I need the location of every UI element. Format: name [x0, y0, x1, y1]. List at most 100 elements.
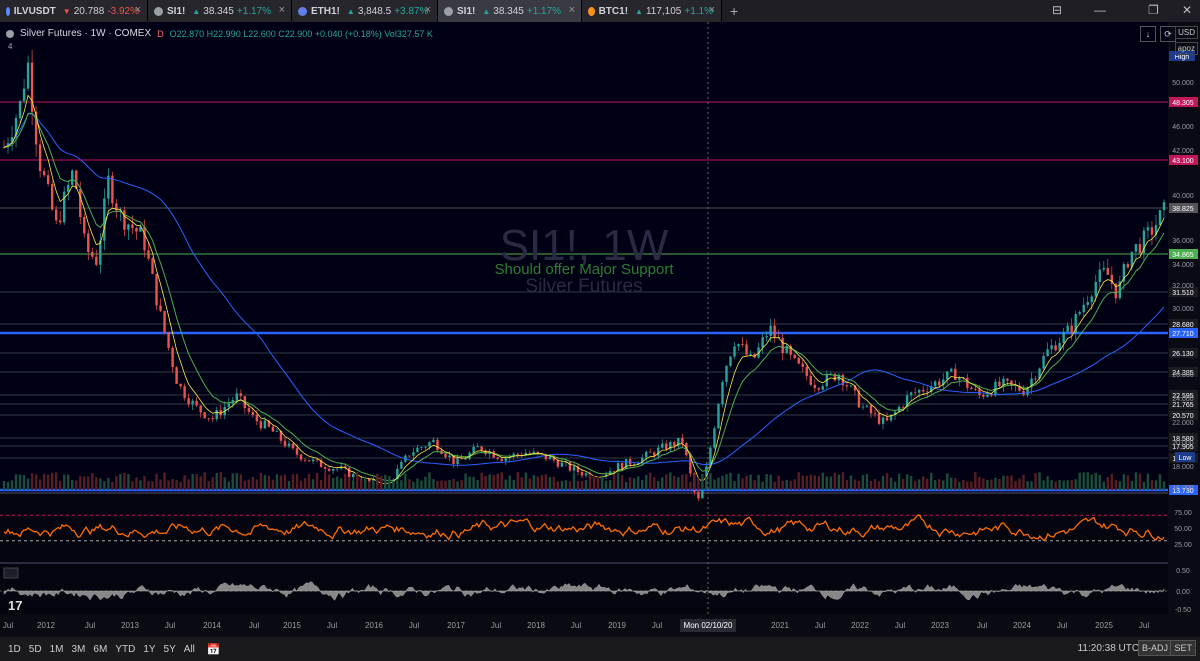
scale-mode[interactable]: apoz	[1174, 42, 1198, 55]
badj-button[interactable]: B-ADJ	[1137, 640, 1172, 656]
volume-bar	[18, 474, 22, 490]
chart-svg[interactable]: 48.305 43.100 38.825 34.865 31.510 28.680 27.7…	[0, 22, 1200, 637]
volume-bar	[75, 480, 78, 490]
new-tab-icon[interactable]: +	[730, 3, 738, 19]
range-5y[interactable]: 5Y	[164, 644, 176, 655]
volume-bar	[452, 478, 455, 490]
range-5d[interactable]: 5D	[29, 644, 42, 655]
volume-bar	[994, 477, 997, 490]
time-tick: 2019	[608, 621, 626, 630]
volume-bar	[705, 476, 708, 490]
range-1d[interactable]: 1D	[8, 644, 21, 655]
volume-bar	[600, 476, 604, 490]
range-all[interactable]: All	[184, 644, 195, 655]
tab-si1[interactable]: SI1! ▲ 38.345 +1.17% ×	[148, 0, 292, 22]
time-tick: Jul	[571, 621, 581, 630]
range-1m[interactable]: 1M	[50, 644, 64, 655]
candle	[717, 404, 720, 429]
osc-collapse-button[interactable]	[3, 567, 19, 579]
volume-bar	[713, 479, 716, 490]
candle	[813, 384, 816, 389]
set-button[interactable]: SET	[1170, 640, 1196, 656]
range-1y[interactable]: 1Y	[143, 644, 155, 655]
volume-bar	[982, 478, 985, 490]
tab-change: +3.87%	[394, 5, 429, 17]
close-window-icon[interactable]: ✕	[1182, 3, 1192, 17]
candle	[669, 442, 672, 450]
calendar-icon[interactable]: 📅	[207, 643, 221, 656]
candle	[749, 353, 752, 355]
level-label: 34.865	[1172, 252, 1194, 259]
volume-bar	[954, 478, 957, 490]
range-3m[interactable]: 3M	[72, 644, 86, 655]
volume-bar	[773, 481, 776, 490]
volume-bar	[291, 474, 295, 490]
volume-bar	[749, 474, 752, 490]
time-tick: 2023	[931, 621, 949, 630]
candle	[263, 420, 267, 429]
volume-bar	[71, 479, 74, 490]
download-icon[interactable]: ↓	[1140, 26, 1156, 42]
layout-icon[interactable]: ⊟	[1052, 3, 1062, 17]
close-icon[interactable]: ×	[425, 4, 431, 16]
volume-bar	[524, 472, 527, 490]
symbol-title[interactable]: Silver Futures · 1W · COMEX	[20, 28, 151, 39]
volume-bar	[1002, 475, 1005, 490]
volume-bar	[428, 472, 431, 490]
volume-bar	[1122, 474, 1126, 490]
tab-si1[interactable]: SI1! ▲ 38.345 +1.17% ×	[438, 0, 582, 22]
candle	[1062, 331, 1065, 343]
volume-bar	[1094, 472, 1097, 490]
volume-bar	[1026, 481, 1029, 490]
close-icon[interactable]: ×	[135, 4, 141, 16]
tab-eth1[interactable]: ETH1! ▲ 3,848.5 +3.87% ×	[292, 0, 438, 22]
volume-bar	[444, 480, 447, 490]
candle	[990, 394, 993, 396]
volume-bar	[408, 479, 411, 490]
volume-bar	[460, 480, 463, 490]
osc-tick: 0.50	[1176, 568, 1190, 575]
price-tick: 32.000	[1172, 283, 1194, 290]
candle	[974, 389, 977, 390]
volume-bar	[424, 476, 427, 490]
candle	[179, 383, 182, 387]
tab-bar: ILVUSDT ▼ 20.788 -3.92% × SI1! ▲ 38.345 +1.17% × E…	[0, 0, 1200, 22]
volume-bar	[669, 472, 672, 490]
range-6m[interactable]: 6M	[93, 644, 107, 655]
volume-bar	[628, 477, 632, 490]
candle	[480, 446, 483, 451]
tab-ilvusdt[interactable]: ILVUSDT ▼ 20.788 -3.92% ×	[0, 0, 148, 22]
volume-bar	[392, 481, 395, 490]
time-tick: 2022	[851, 621, 869, 630]
minimize-icon[interactable]: —	[1094, 3, 1106, 17]
candle	[472, 446, 475, 453]
candle	[556, 460, 560, 467]
candle	[456, 458, 459, 465]
restore-icon[interactable]: ❐	[1148, 3, 1159, 17]
volume-bar	[135, 477, 138, 490]
volume-bar	[195, 473, 198, 490]
volume-bar	[54, 472, 58, 490]
currency-selector[interactable]: USD	[1175, 26, 1198, 39]
tab-btc1[interactable]: BTC1! ▲ 117,105 +1.1% ×	[582, 0, 722, 22]
volume-bar	[267, 475, 271, 490]
chart-area[interactable]: 48.305 43.100 38.825 34.865 31.510 28.680 27.7…	[0, 22, 1200, 637]
volume-bar	[1050, 480, 1053, 490]
volume-bar	[556, 481, 560, 490]
volume-bar	[797, 472, 800, 490]
close-icon[interactable]: ×	[709, 4, 715, 16]
volume-bar	[215, 473, 218, 490]
volume-bar	[6, 481, 10, 490]
candle	[1070, 325, 1073, 334]
volume-bar	[881, 475, 885, 490]
range-ytd[interactable]: YTD	[115, 644, 135, 655]
close-icon[interactable]: ×	[569, 4, 575, 16]
candle	[299, 454, 303, 460]
tab-change: +1.17%	[526, 5, 562, 17]
candle	[773, 325, 776, 338]
refresh-icon[interactable]: ⟳	[1160, 26, 1176, 42]
close-icon[interactable]: ×	[279, 4, 285, 16]
candle	[881, 417, 885, 424]
indicator-count[interactable]: 4	[8, 42, 12, 51]
volume-bar	[91, 473, 94, 490]
